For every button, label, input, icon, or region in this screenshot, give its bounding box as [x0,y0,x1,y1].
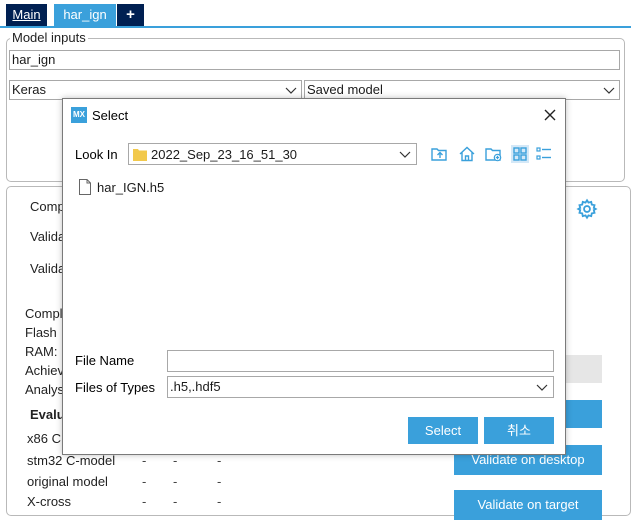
select-dialog: MX Select Look In 2022_Sep_23_16_51_30 h… [62,98,566,455]
file-name-label: File Name [75,353,135,368]
home-icon[interactable] [458,145,476,163]
model-name-input[interactable]: har_ign [9,50,620,70]
eval-row-label: X-cross [27,494,72,509]
up-folder-icon[interactable] [431,145,449,163]
disabled-button [564,355,602,383]
chevron-down-icon [603,87,615,94]
close-icon[interactable] [541,106,559,124]
new-folder-icon[interactable] [485,145,503,163]
files-of-type-value: .h5,.hdf5 [170,379,221,394]
eval-cell: - [142,474,147,489]
framework-select-value: Keras [12,82,46,97]
files-of-type-label: Files of Types [75,380,155,395]
evaluation-heading: Evalu [30,407,65,422]
model-type-select[interactable]: Saved model [304,80,620,100]
ram-label: RAM: [25,344,58,359]
file-name: har_IGN.h5 [97,180,165,195]
tab-har-ign[interactable]: har_ign [54,4,116,26]
analyze-button[interactable] [564,400,602,428]
chevron-down-icon [285,87,297,94]
validation-label-2: Valida [30,261,66,276]
eval-cell: - [217,453,222,468]
model-inputs-legend: Model inputs [10,30,88,45]
folder-icon [133,149,147,161]
cancel-button[interactable]: 취소 [484,417,554,444]
mx-app-icon: MX [71,107,87,123]
details-view-icon[interactable] [535,145,553,163]
eval-cell: - [173,453,178,468]
model-type-select-value: Saved model [307,82,383,97]
look-in-select[interactable]: 2022_Sep_23_16_51_30 [128,143,417,165]
flash-label: Flash [25,325,57,340]
chevron-down-icon [399,151,411,158]
complexity-label: Comp [30,199,65,214]
add-tab-button[interactable]: + [117,4,144,26]
eval-cell: - [173,494,178,509]
eval-row-label: stm32 C-model [27,453,116,468]
tab-underline [0,26,631,28]
look-in-value: 2022_Sep_23_16_51_30 [151,147,298,162]
achieved-label: Achiev [25,363,65,378]
complexity-result-label: Compl [25,306,63,321]
validation-label-1: Valida [30,229,66,244]
framework-select[interactable]: Keras [9,80,302,100]
tab-bar: Main har_ign + [0,0,631,28]
eval-cell: - [217,474,222,489]
look-in-label: Look In [75,147,118,162]
tab-main[interactable]: Main [6,4,47,26]
analysis-label: Analys [25,382,65,397]
eval-row-label: original model [27,474,108,489]
list-view-icon[interactable] [511,145,529,163]
files-of-type-select[interactable]: .h5,.hdf5 [167,376,554,398]
eval-cell: - [217,494,222,509]
validate-target-button[interactable]: Validate on target [454,490,602,520]
gear-icon[interactable] [576,198,598,220]
chevron-down-icon [536,384,548,391]
select-button[interactable]: Select [408,417,478,444]
eval-cell: - [142,494,147,509]
file-name-input[interactable] [167,350,554,372]
eval-cell: - [173,474,178,489]
file-icon [79,179,91,195]
eval-cell: - [142,453,147,468]
eval-row-label: x86 C [27,431,61,446]
dialog-title: Select [92,108,129,123]
